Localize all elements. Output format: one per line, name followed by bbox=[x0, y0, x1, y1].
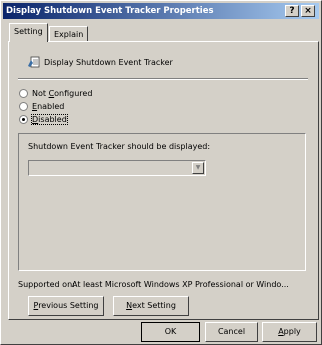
divider bbox=[18, 78, 308, 80]
supported-on-label: Supported on: bbox=[18, 280, 75, 289]
tab-explain-label: Explain bbox=[54, 30, 84, 39]
radio-selected-dot bbox=[22, 118, 25, 121]
tab-setting[interactable]: Setting bbox=[9, 23, 48, 42]
radio-enabled-label[interactable]: Enabled bbox=[32, 102, 64, 111]
close-button[interactable]: × bbox=[301, 5, 315, 17]
group-label: Shutdown Event Tracker should be display… bbox=[28, 142, 211, 151]
radio-disabled-label[interactable]: Disabled bbox=[31, 114, 68, 125]
radio-enabled[interactable] bbox=[19, 102, 28, 111]
options-group bbox=[18, 133, 306, 271]
supported-on-text: At least Microsoft Windows XP Profession… bbox=[72, 280, 289, 289]
title-bar[interactable]: Display Shutdown Event Tracker Propertie… bbox=[3, 3, 319, 19]
setting-name: Display Shutdown Event Tracker bbox=[44, 58, 173, 67]
display-dropdown[interactable]: ▼ bbox=[28, 160, 206, 176]
previous-setting-button[interactable]: Previous Setting bbox=[28, 296, 104, 316]
chevron-down-icon[interactable]: ▼ bbox=[192, 162, 204, 174]
radio-not-configured[interactable] bbox=[19, 89, 28, 98]
radio-not-configured-label[interactable]: Not Configured bbox=[32, 89, 92, 98]
tab-explain[interactable]: Explain bbox=[49, 26, 89, 42]
next-setting-button[interactable]: Next Setting bbox=[113, 296, 189, 316]
ok-button[interactable]: OK bbox=[141, 322, 200, 342]
policy-setting-icon bbox=[28, 56, 40, 68]
properties-dialog: Display Shutdown Event Tracker Propertie… bbox=[0, 0, 322, 345]
apply-button[interactable]: Apply bbox=[262, 322, 317, 342]
tab-setting-label: Setting bbox=[14, 27, 43, 36]
radio-disabled[interactable] bbox=[19, 115, 28, 124]
cancel-button[interactable]: Cancel bbox=[205, 322, 258, 342]
help-button[interactable]: ? bbox=[285, 5, 299, 17]
window-title: Display Shutdown Event Tracker Propertie… bbox=[6, 6, 214, 16]
